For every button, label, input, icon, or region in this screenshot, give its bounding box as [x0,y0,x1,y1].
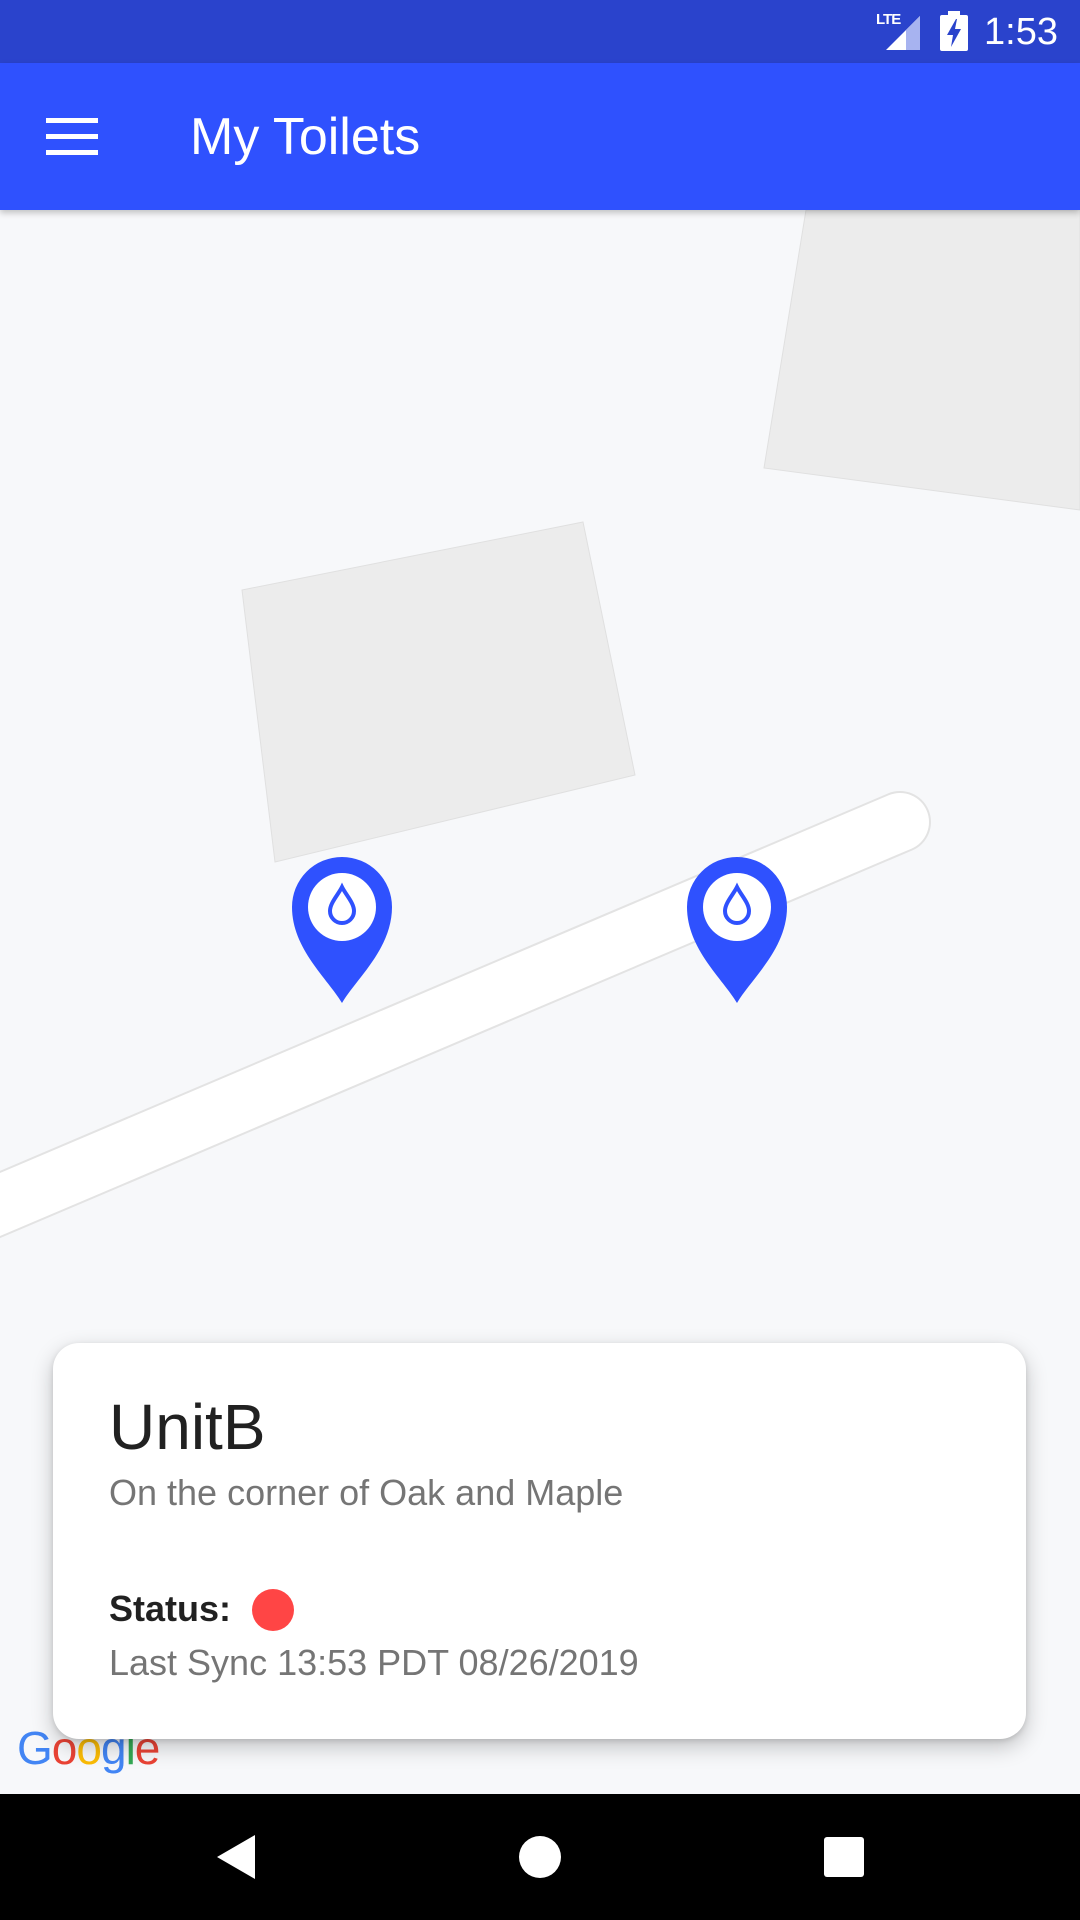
toilet-marker[interactable] [685,855,789,1003]
back-button[interactable] [196,1817,276,1897]
water-drop-location-pin-icon [687,857,787,1003]
status-indicator-dot [252,1589,294,1631]
water-drop-location-pin-icon [292,857,392,1003]
app-bar: My Toilets [0,63,1080,210]
system-navigation-bar [0,1794,1080,1920]
toilet-marker[interactable] [290,855,394,1003]
menu-button[interactable] [34,99,110,175]
map-building [241,521,636,863]
hamburger-menu-icon [46,118,98,155]
status-label: Status: [109,1588,232,1629]
unit-name: UnitB [109,1391,266,1463]
back-triangle-icon [217,1835,255,1879]
screen: LTE 1:53 My Toilets UnitB On the corner … [0,0,1080,1920]
unit-address: On the corner of Oak and Maple [109,1472,624,1513]
status-bar: LTE 1:53 [0,0,1080,63]
home-circle-icon [519,1836,561,1878]
toilet-info-card[interactable]: UnitB On the corner of Oak and Maple Sta… [53,1343,1026,1739]
signal-icon [886,16,920,50]
page-title: My Toilets [190,108,421,166]
battery-charging-icon [940,11,968,51]
recents-square-icon [824,1837,864,1877]
last-sync-text: Last Sync 13:53 PDT 08/26/2019 [109,1642,639,1683]
map-building [763,210,1080,511]
recents-button[interactable] [804,1817,884,1897]
clock: 1:53 [984,11,1058,53]
home-button[interactable] [500,1817,580,1897]
